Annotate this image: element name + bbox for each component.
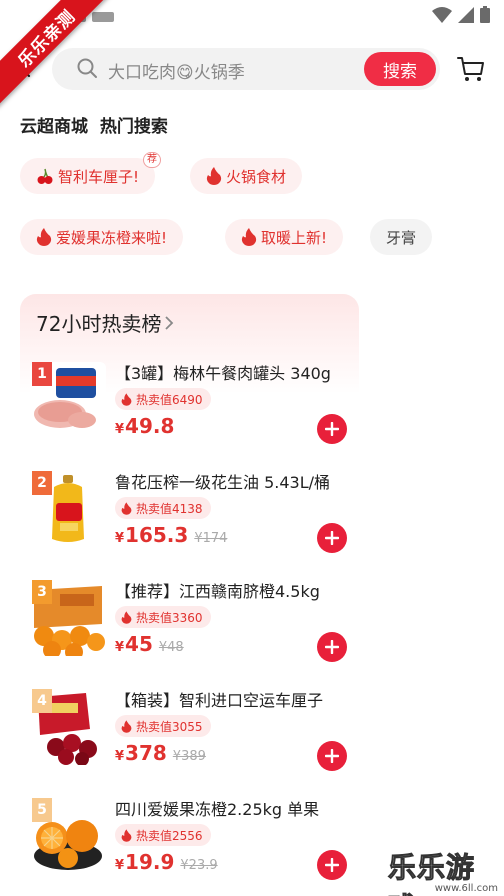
rank-badge: 2 <box>32 471 52 495</box>
currency-symbol: ¥ <box>115 749 125 764</box>
hot-tag-toothpaste[interactable]: 牙膏 <box>370 219 433 255</box>
search-placeholder: 大口吃肉😋火锅季 <box>108 63 245 83</box>
rank-badge: 5 <box>32 798 52 822</box>
plus-icon <box>325 749 339 763</box>
plus-icon <box>325 422 339 436</box>
price-value: 165.3 <box>125 523 189 547</box>
hot-value-badge: 热卖值3055 <box>115 715 211 737</box>
hot-value-text: 热卖值4138 <box>136 501 203 516</box>
hot-value-text: 热卖值6490 <box>136 392 203 407</box>
fire-icon <box>121 828 132 842</box>
plus-icon <box>325 640 339 654</box>
hot-value-text: 热卖值3055 <box>136 719 203 734</box>
price: ¥ 378 ¥389 <box>115 741 206 765</box>
recommend-badge: 荐 <box>143 152 162 168</box>
original-price: ¥389 <box>172 749 206 764</box>
ranking-card: 72小时热卖榜 1 【3罐】梅林午餐肉罐头 340g 热卖值6490 ¥ 49.… <box>20 294 359 896</box>
ranking-title[interactable]: 72小时热卖榜 <box>36 308 175 337</box>
fire-icon <box>241 228 257 246</box>
plus-icon <box>325 531 339 545</box>
product-name: 【推荐】江西赣南脐橙4.5kg <box>115 582 320 601</box>
hot-tag-heating[interactable]: 取暖上新! <box>225 219 344 255</box>
chevron-right-icon <box>165 315 174 330</box>
hot-tag-orange[interactable]: 爱媛果冻橙来啦! <box>20 219 184 255</box>
wifi-icon <box>432 6 452 23</box>
cart-icon[interactable] <box>456 54 486 84</box>
fire-icon <box>36 228 52 246</box>
original-price: ¥174 <box>194 531 228 546</box>
keyboard-icon <box>92 12 114 22</box>
add-to-cart-button[interactable] <box>317 414 347 444</box>
currency-symbol: ¥ <box>115 531 125 546</box>
price-value: 378 <box>125 741 167 765</box>
fire-icon <box>121 392 132 406</box>
plus-icon <box>325 858 339 872</box>
signal-icon <box>458 6 474 23</box>
currency-symbol: ¥ <box>115 858 125 873</box>
ranking-title-text: 72小时热卖榜 <box>36 312 162 336</box>
fire-icon <box>206 167 222 185</box>
fire-icon <box>121 501 132 515</box>
price-value: 45 <box>125 632 153 656</box>
price-value: 19.9 <box>125 850 175 874</box>
original-price: ¥48 <box>158 640 184 655</box>
hot-tag-label: 爱媛果冻橙来啦! <box>56 228 168 247</box>
product-name: 鲁花压榨一级花生油 5.43L/桶 <box>115 473 331 492</box>
add-to-cart-button[interactable] <box>317 523 347 553</box>
hot-tag-label: 智利车厘子! <box>58 167 140 186</box>
original-price: ¥23.9 <box>180 858 218 873</box>
currency-symbol: ¥ <box>115 422 125 437</box>
add-to-cart-button[interactable] <box>317 741 347 771</box>
price: ¥ 19.9 ¥23.9 <box>115 850 218 874</box>
ranking-item[interactable]: 3 【推荐】江西赣南脐橙4.5kg 热卖值3360 ¥ 45 ¥48 <box>20 574 359 682</box>
rank-badge: 4 <box>32 689 52 713</box>
add-to-cart-button[interactable] <box>317 632 347 662</box>
hot-tag-cherry[interactable]: 智利车厘子! 荐 <box>20 152 162 194</box>
ranking-item[interactable]: 4 【箱装】智利进口空运车厘子 热卖值3055 ¥ 378 ¥389 <box>20 683 359 791</box>
rank-badge: 3 <box>32 580 52 604</box>
hot-value-badge: 热卖值6490 <box>115 388 211 410</box>
rank-badge: 1 <box>32 362 52 386</box>
price: ¥ 45 ¥48 <box>115 632 184 656</box>
hot-value-text: 热卖值2556 <box>136 828 203 843</box>
hot-search-title: 云超商城 热门搜索 <box>20 117 168 137</box>
hot-value-badge: 热卖值3360 <box>115 606 211 628</box>
hot-tag-label: 火锅食材 <box>226 167 287 186</box>
watermark-url: www.6ll.com <box>434 883 498 894</box>
ranking-item[interactable]: 2 鲁花压榨一级花生油 5.43L/桶 热卖值4138 ¥ 165.3 ¥174 <box>20 465 359 573</box>
fire-icon <box>121 719 132 733</box>
add-to-cart-button[interactable] <box>317 850 347 880</box>
fire-icon <box>121 610 132 624</box>
ranking-item[interactable]: 5 四川爱媛果冻橙2.25kg 单果 热卖值2556 ¥ 19.9 ¥23.9 <box>20 792 359 896</box>
hot-tag-hotpot[interactable]: 火锅食材 <box>190 158 303 194</box>
hot-value-badge: 热卖值2556 <box>115 824 211 846</box>
product-name: 【3罐】梅林午餐肉罐头 340g <box>115 364 331 383</box>
product-name: 【箱装】智利进口空运车厘子 <box>115 691 324 710</box>
product-name: 四川爱媛果冻橙2.25kg 单果 <box>115 800 320 819</box>
hot-value-badge: 热卖值4138 <box>115 497 211 519</box>
price: ¥ 49.8 <box>115 414 174 438</box>
search-input[interactable]: 大口吃肉😋火锅季 搜索 <box>52 48 440 90</box>
search-icon <box>77 58 97 78</box>
hot-tag-label: 牙膏 <box>386 228 417 247</box>
watermark-logo: 乐乐游戏 www.6ll.com <box>388 846 504 896</box>
cherry-icon <box>36 167 54 185</box>
hot-tag-label: 取暖上新! <box>261 228 328 247</box>
currency-symbol: ¥ <box>115 640 125 655</box>
price-value: 49.8 <box>125 414 175 438</box>
price: ¥ 165.3 ¥174 <box>115 523 227 547</box>
ranking-item[interactable]: 1 【3罐】梅林午餐肉罐头 340g 热卖值6490 ¥ 49.8 <box>20 356 359 464</box>
search-button[interactable]: 搜索 <box>364 52 436 86</box>
hot-value-text: 热卖值3360 <box>136 610 203 625</box>
battery-icon <box>480 6 490 23</box>
